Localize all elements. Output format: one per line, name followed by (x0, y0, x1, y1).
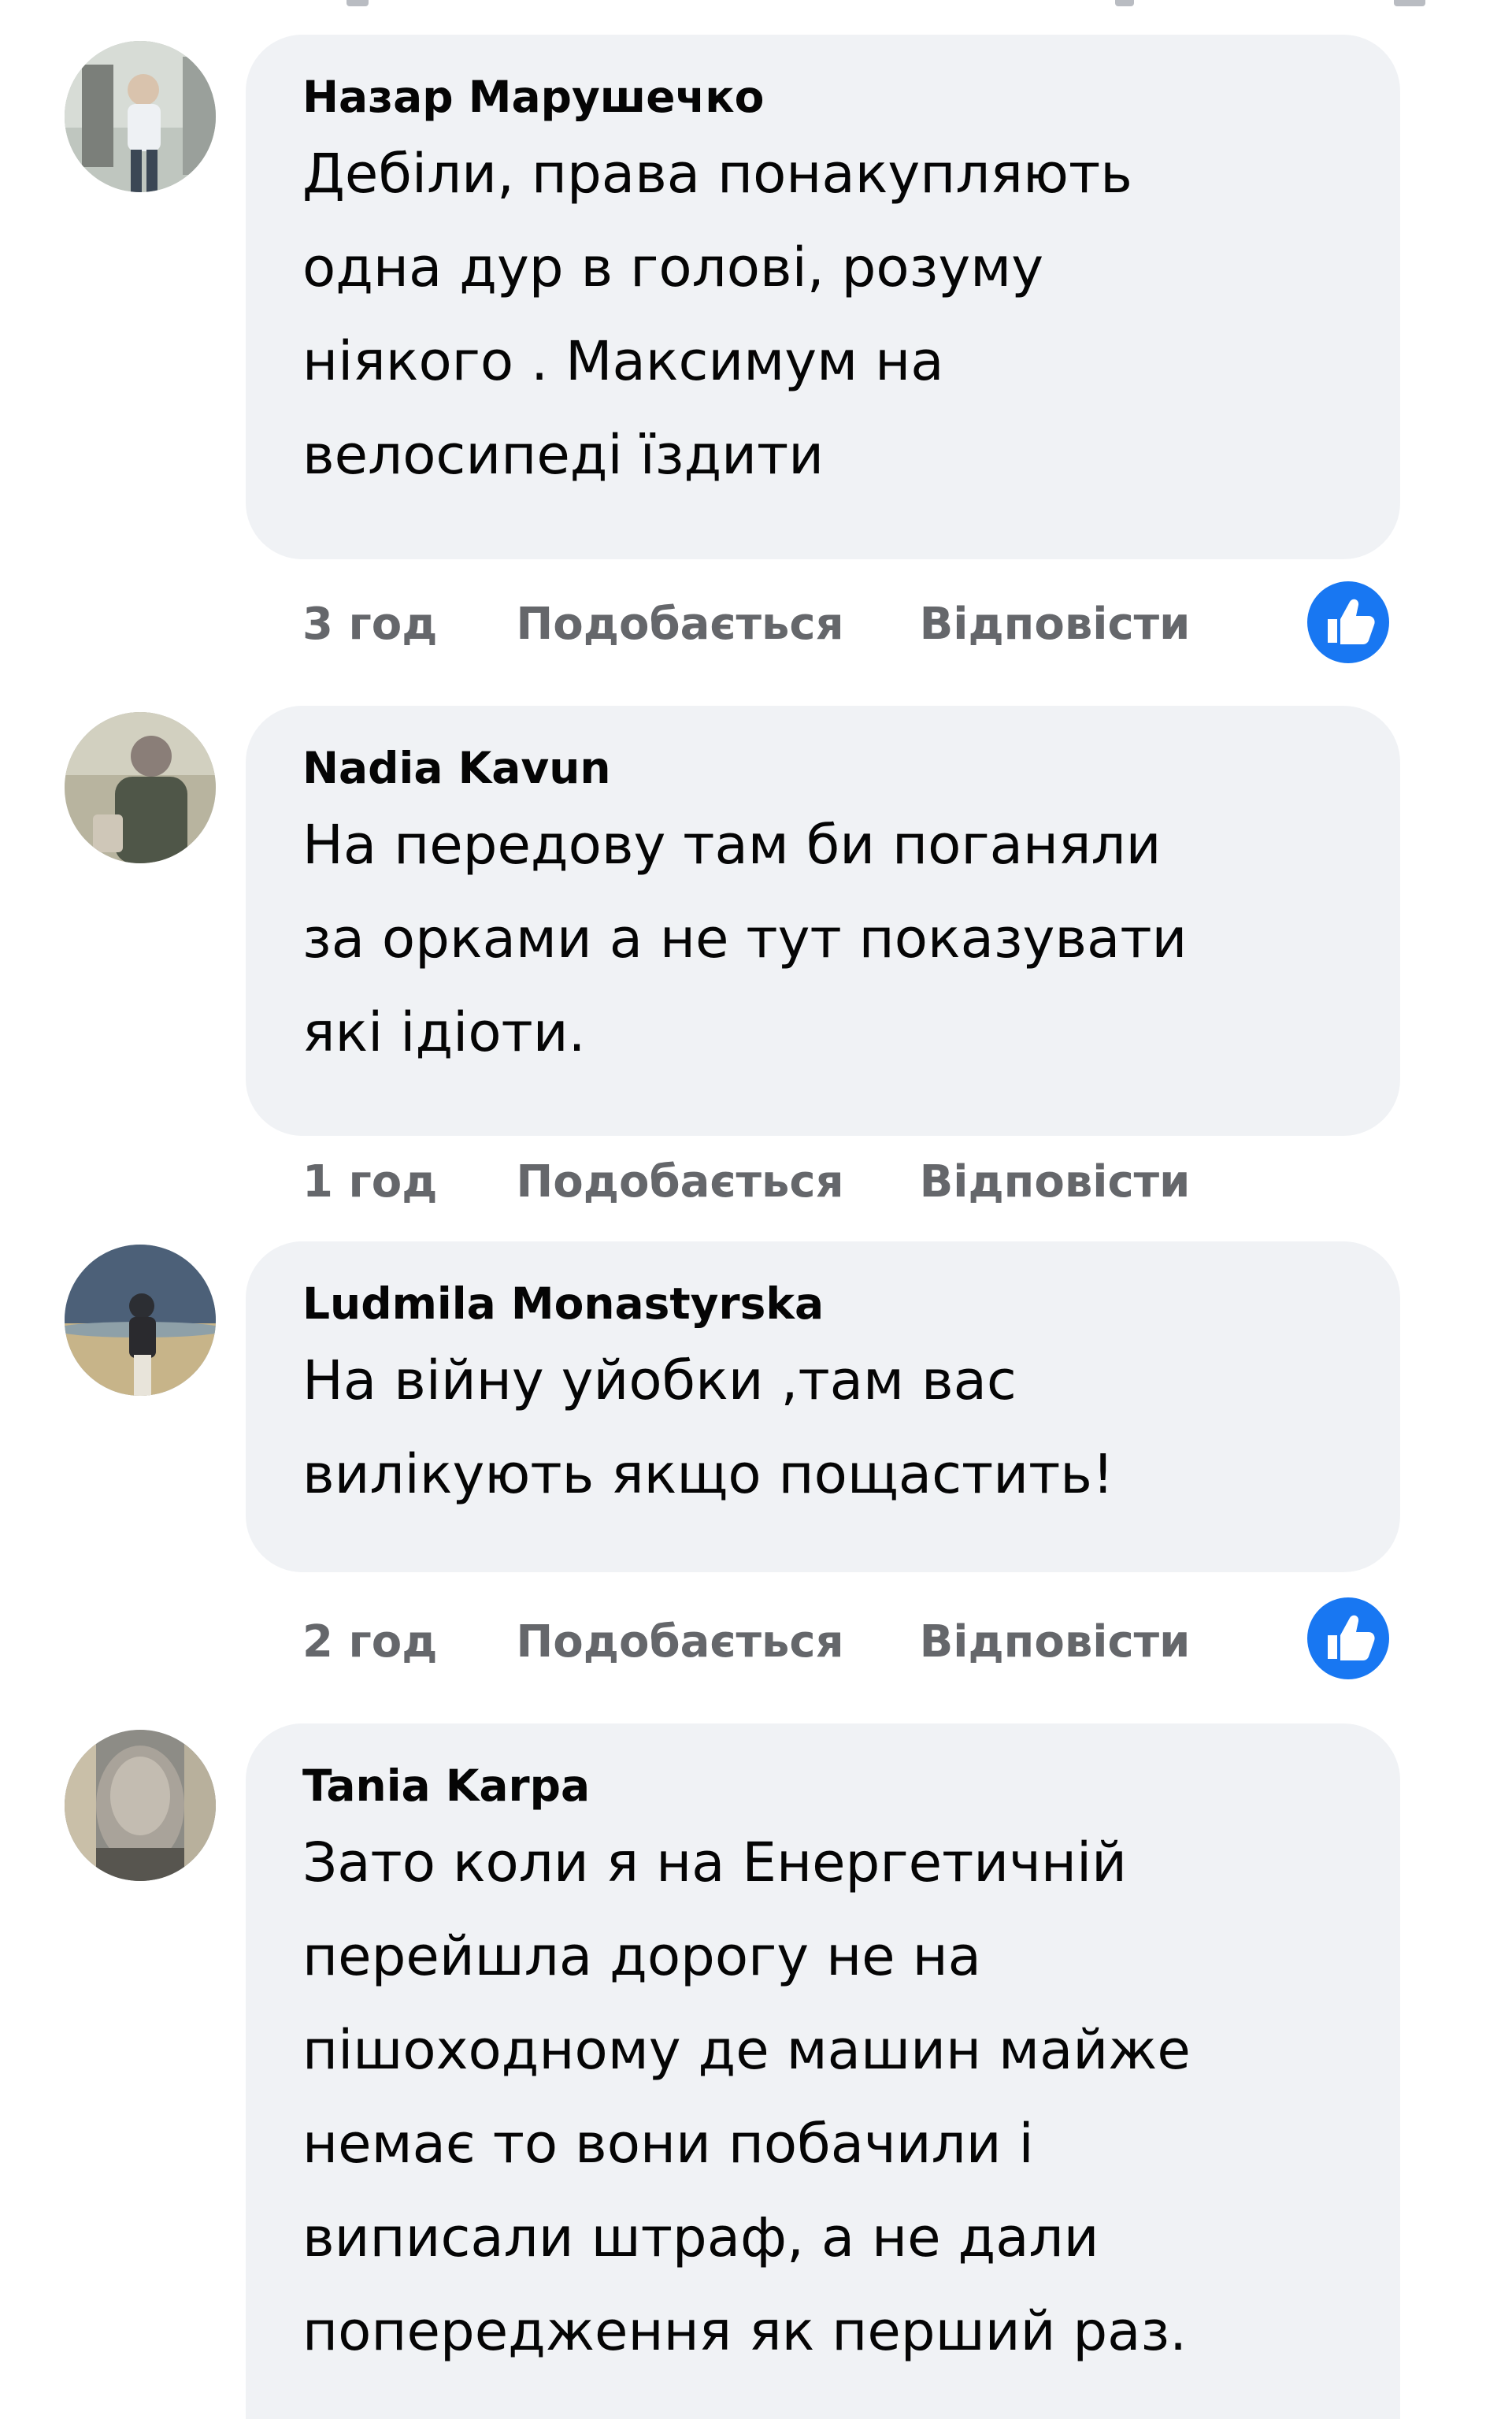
reply-button[interactable]: Відповісти (920, 1616, 1191, 1668)
comment-bubble: Назар Марушечко Дебіли, права понакупляю… (246, 35, 1400, 559)
comment-bubble: Nadia Kavun На передову там би поганяли … (246, 706, 1400, 1136)
avatar[interactable] (65, 712, 216, 863)
like-button[interactable]: Подобається (516, 1616, 843, 1668)
reply-button[interactable]: Відповісти (920, 599, 1191, 650)
fragment-mark (1115, 0, 1134, 6)
like-reaction-icon[interactable] (1306, 580, 1391, 665)
comment-text: Дебіли, права понакупляють одна дур в го… (302, 143, 1132, 487)
comment-actions: 3 год Подобається Відповісти (302, 592, 1190, 655)
reply-button[interactable]: Відповісти (920, 1156, 1191, 1208)
comment-time[interactable]: 3 год (302, 599, 437, 650)
comment-bubble: Tania Karpa Зато коли я на Енергетичній … (246, 1723, 1400, 2419)
avatar[interactable] (65, 1245, 216, 1396)
author-name[interactable]: Назар Марушечко (302, 71, 1347, 123)
like-button[interactable]: Подобається (516, 1156, 843, 1208)
author-name[interactable]: Ludmila Monastyrska (302, 1278, 1347, 1330)
previous-comment-fragment (0, 0, 1512, 9)
avatar[interactable] (65, 41, 216, 192)
author-name[interactable]: Nadia Kavun (302, 742, 1347, 794)
comment-actions: 2 год Подобається Відповісти (302, 1610, 1190, 1673)
like-button[interactable]: Подобається (516, 599, 843, 650)
fragment-mark (1394, 0, 1425, 6)
comment-text: На передову там би поганяли за орками а … (302, 814, 1188, 1064)
fragment-mark (346, 0, 369, 6)
comment-text: На війну уйобки ,там вас вилікують якщо … (302, 1349, 1114, 1506)
comment-actions: 1 год Подобається Відповісти (302, 1150, 1190, 1213)
comment-text: Зато коли я на Енергетичній перейшла дор… (302, 1831, 1191, 2363)
author-name[interactable]: Tania Karpa (302, 1760, 1347, 1812)
avatar[interactable] (65, 1730, 216, 1881)
comment-time[interactable]: 1 год (302, 1156, 437, 1208)
like-reaction-icon[interactable] (1306, 1596, 1391, 1681)
comment-bubble: Ludmila Monastyrska На війну уйобки ,там… (246, 1241, 1400, 1572)
comment-time[interactable]: 2 год (302, 1616, 437, 1668)
